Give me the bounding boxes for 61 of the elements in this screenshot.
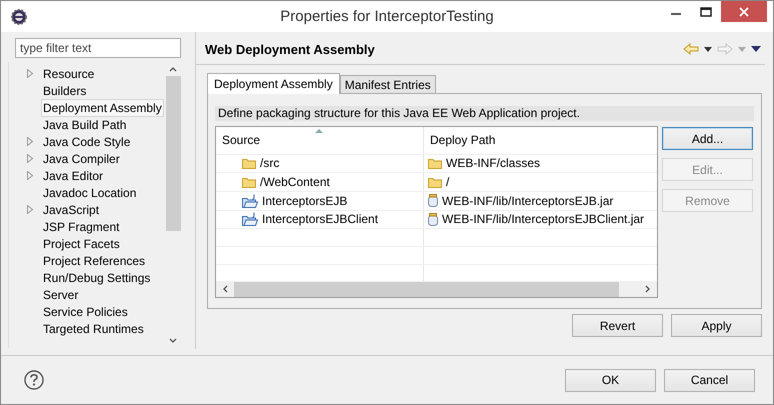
app-icon bbox=[10, 8, 28, 26]
tree-item[interactable]: Resource bbox=[41, 64, 96, 82]
folder-icon bbox=[242, 176, 256, 188]
dropdown-icon[interactable] bbox=[704, 46, 712, 52]
column-header[interactable]: Source bbox=[216, 127, 424, 154]
jar-icon bbox=[428, 194, 438, 208]
tab[interactable]: Manifest Entries bbox=[340, 75, 436, 93]
scroll-up-icon[interactable] bbox=[169, 66, 177, 72]
tree-item[interactable]: Java Code Style bbox=[41, 132, 132, 150]
dialog-button[interactable]: Cancel bbox=[664, 368, 755, 392]
tree-item[interactable]: Deployment Assembly bbox=[41, 98, 164, 116]
source-cell: InterceptorsEJBClient bbox=[262, 212, 378, 226]
table-action-button[interactable]: Add... bbox=[662, 127, 753, 150]
tree-item[interactable]: JavaScript bbox=[41, 200, 102, 218]
scroll-left-icon[interactable] bbox=[222, 285, 228, 294]
scroll-down-icon[interactable] bbox=[169, 338, 177, 344]
path-cell: WEB-INF/lib/InterceptorsEJB.jar bbox=[442, 194, 614, 208]
folder-icon bbox=[428, 158, 442, 169]
tree-item[interactable]: Server bbox=[41, 286, 80, 304]
expand-icon[interactable] bbox=[27, 69, 33, 78]
jar-icon bbox=[428, 212, 438, 226]
tree-item[interactable]: Project Facets bbox=[41, 234, 122, 252]
description-text: Define packaging structure for this Java EE Web Application project. bbox=[215, 106, 754, 121]
page-button[interactable]: Apply bbox=[671, 314, 762, 337]
scrollbar[interactable] bbox=[216, 281, 657, 297]
tab[interactable]: Deployment Assembly bbox=[207, 73, 340, 94]
close-icon bbox=[739, 6, 749, 16]
tree-item[interactable]: Java Editor bbox=[41, 166, 106, 184]
minimize-icon bbox=[671, 13, 681, 15]
page-button[interactable]: Revert bbox=[572, 314, 663, 337]
project-icon bbox=[242, 194, 258, 208]
tree-item[interactable]: Project References bbox=[41, 252, 148, 270]
window-title: Properties for InterceptorTesting bbox=[279, 8, 495, 25]
tree-item[interactable]: Run/Debug Settings bbox=[41, 268, 152, 286]
tree-item[interactable]: Javadoc Location bbox=[41, 184, 138, 202]
scroll-right-icon[interactable] bbox=[645, 285, 651, 294]
dialog-button[interactable]: OK bbox=[565, 368, 656, 392]
tree-item[interactable]: Service Policies bbox=[41, 302, 130, 320]
close-button[interactable] bbox=[721, 1, 767, 22]
project-icon bbox=[242, 212, 258, 226]
path-cell: WEB-INF/classes bbox=[446, 156, 540, 170]
filter-field[interactable]: type filter text bbox=[15, 38, 181, 58]
tree-item[interactable]: Java Compiler bbox=[41, 150, 122, 168]
path-cell: / bbox=[446, 175, 450, 190]
path-cell: WEB-INF/lib/InterceptorsEJBClient.jar bbox=[442, 212, 644, 226]
page-title: Web Deployment Assembly bbox=[205, 42, 375, 56]
source-cell: /WebContent bbox=[260, 175, 330, 190]
tree-item[interactable]: Targeted Runtimes bbox=[41, 320, 146, 338]
tree-item[interactable]: Builders bbox=[41, 82, 88, 100]
column-header[interactable]: Deploy Path bbox=[424, 127, 657, 154]
expand-icon[interactable] bbox=[27, 205, 33, 214]
maximize-icon bbox=[700, 6, 712, 16]
folder-icon bbox=[428, 176, 442, 188]
source-cell: InterceptorsEJB bbox=[262, 194, 348, 208]
help-button[interactable] bbox=[24, 370, 44, 390]
menu-icon[interactable] bbox=[751, 46, 761, 52]
folder-icon bbox=[242, 158, 256, 169]
source-cell: /src bbox=[260, 156, 280, 170]
sort-icon bbox=[315, 129, 323, 133]
tree-item[interactable]: Java Build Path bbox=[41, 116, 128, 134]
tree-item[interactable]: JSP Fragment bbox=[41, 218, 122, 236]
